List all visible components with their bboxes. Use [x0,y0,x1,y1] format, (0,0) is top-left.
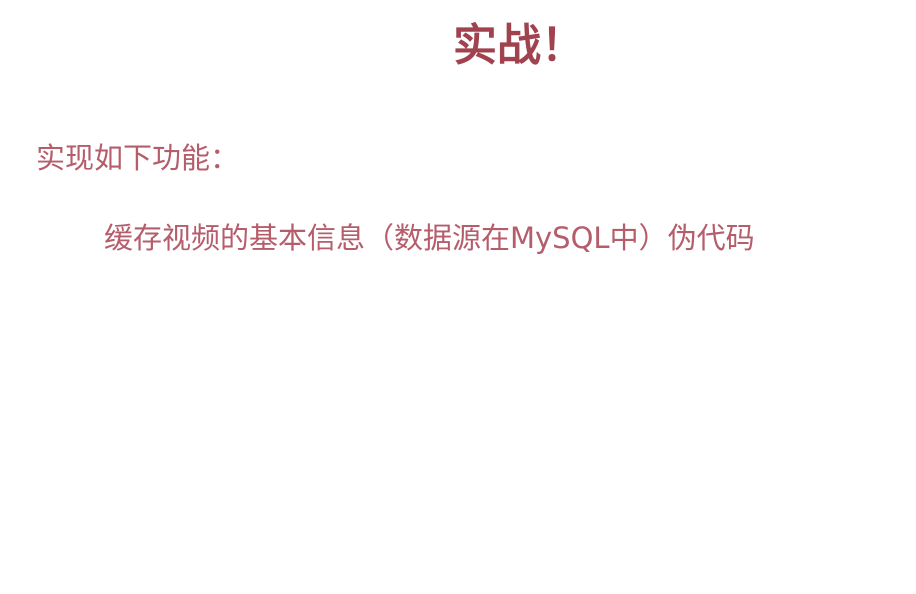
feature-item: 缓存视频的基本信息（数据源在MySQL中）伪代码 [104,221,755,255]
slide-title: 实战！ [453,20,585,71]
intro-text: 实现如下功能： [36,141,240,175]
slide: 实战！ 实现如下功能： 缓存视频的基本信息（数据源在MySQL中）伪代码 [0,0,916,594]
